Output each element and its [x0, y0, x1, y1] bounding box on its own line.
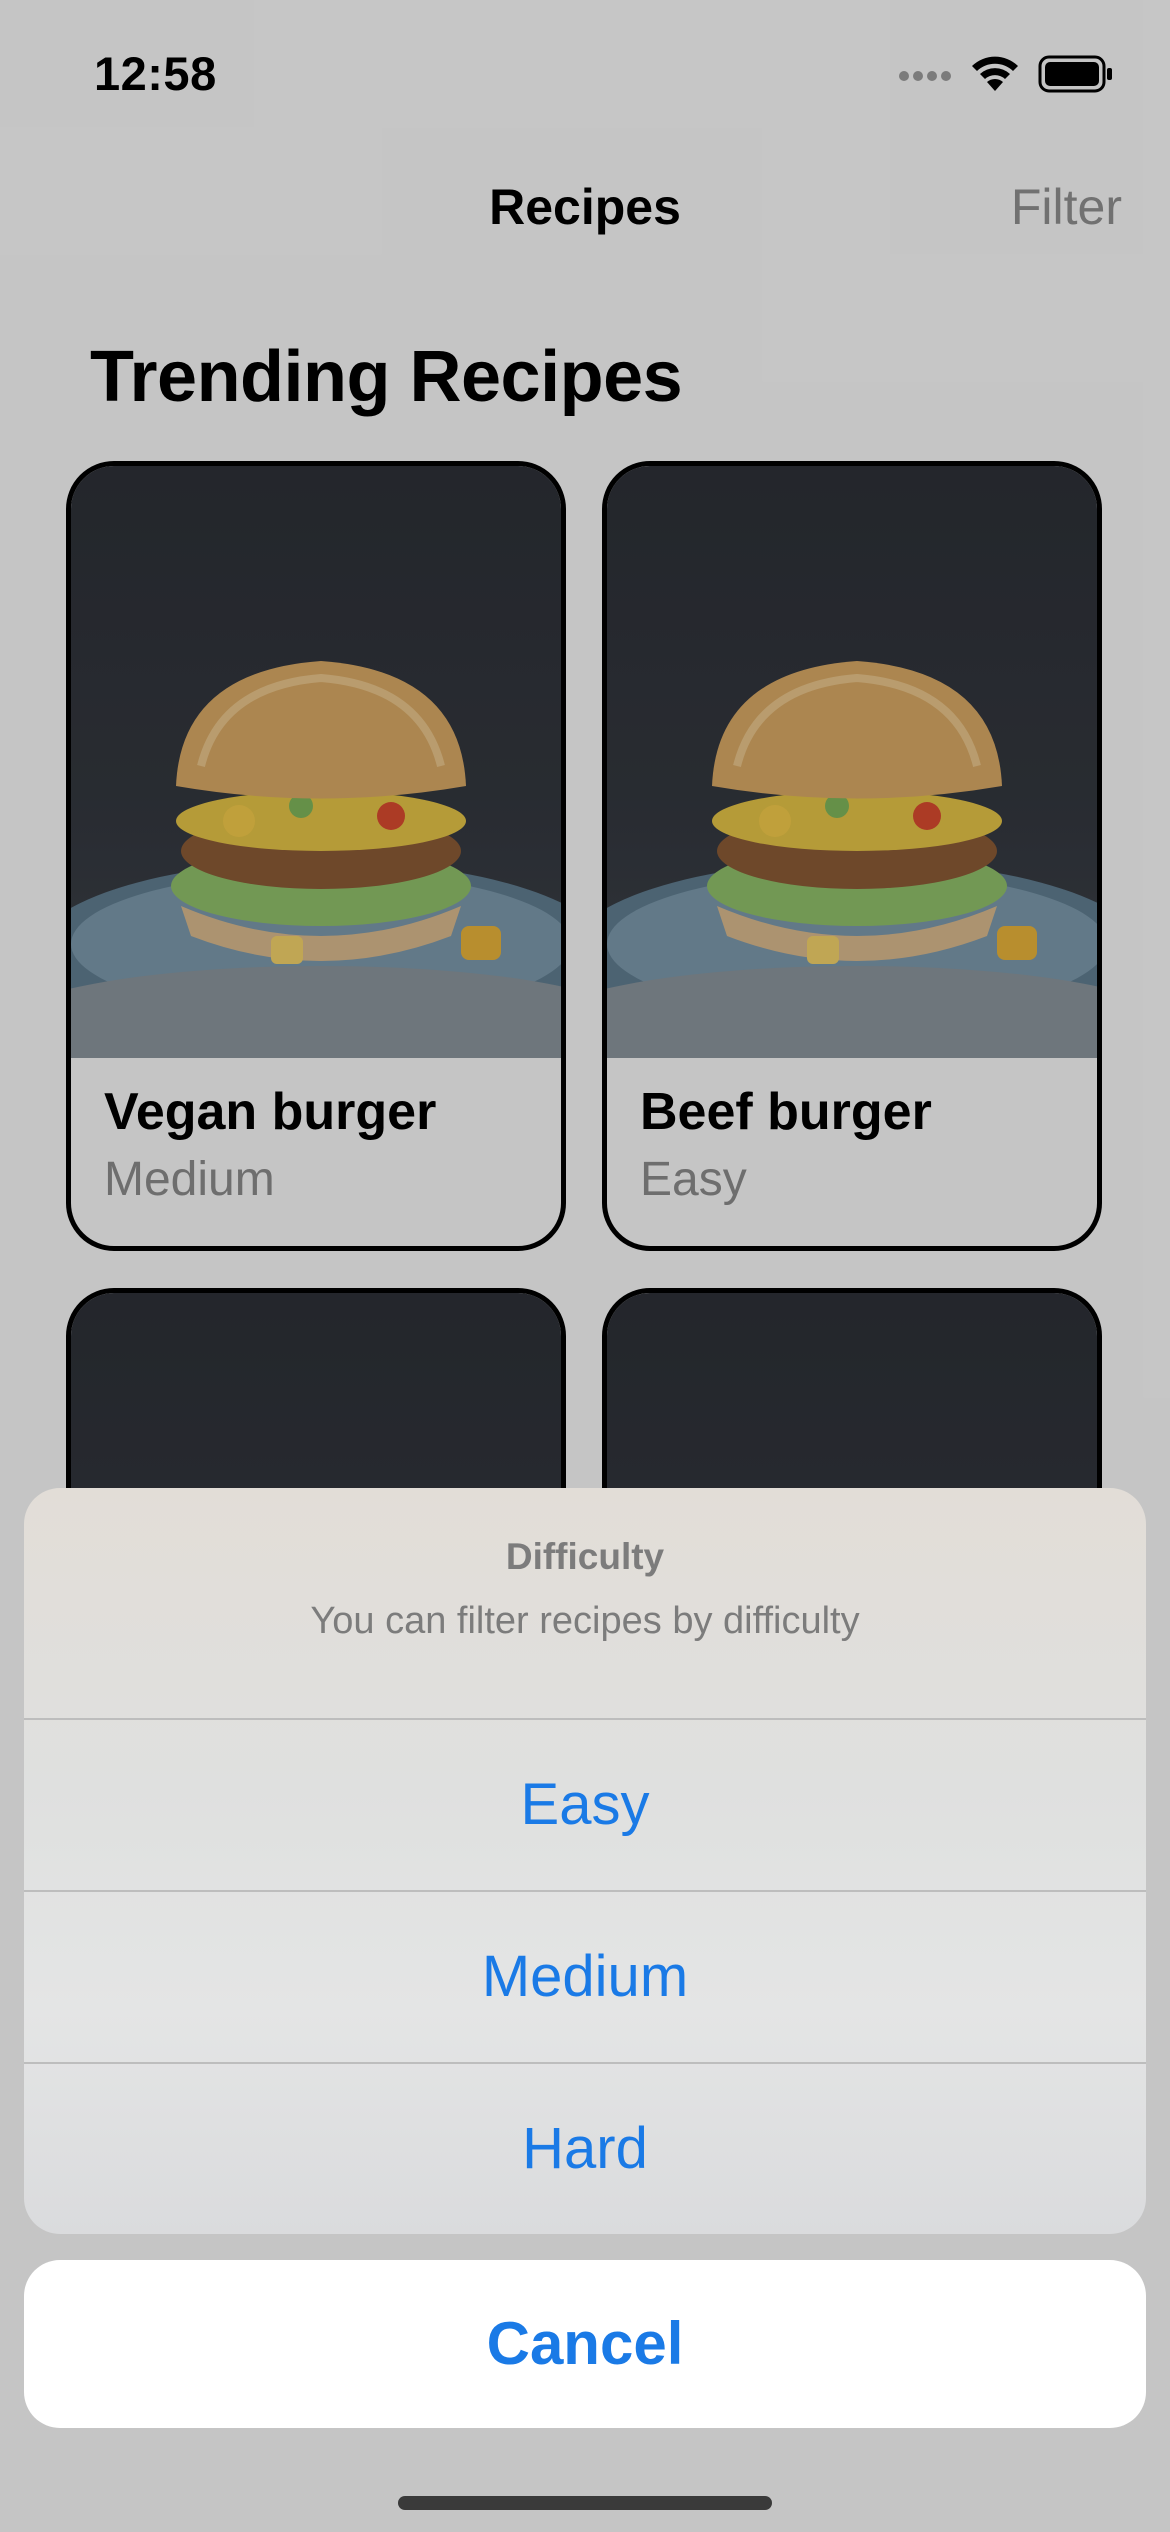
- action-sheet-title: Difficulty: [505, 1536, 665, 1577]
- option-medium-button[interactable]: Medium: [24, 1890, 1146, 2062]
- cancel-button[interactable]: Cancel: [24, 2260, 1146, 2428]
- option-easy-button[interactable]: Easy: [24, 1718, 1146, 1890]
- option-hard-button[interactable]: Hard: [24, 2062, 1146, 2234]
- action-sheet-message: You can filter recipes by difficulty: [310, 1600, 860, 1642]
- action-sheet-header: Difficulty You can filter recipes by dif…: [24, 1488, 1146, 1718]
- action-sheet: Difficulty You can filter recipes by dif…: [24, 1488, 1146, 2234]
- home-indicator[interactable]: [398, 2496, 772, 2510]
